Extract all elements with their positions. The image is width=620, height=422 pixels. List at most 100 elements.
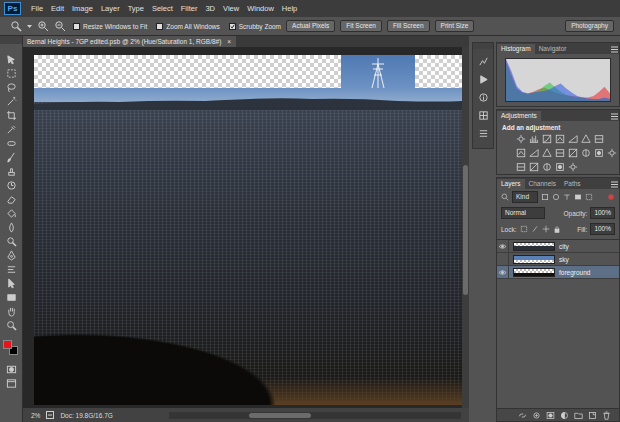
tool-button[interactable] xyxy=(3,262,19,276)
lock-icon[interactable] xyxy=(531,225,539,233)
menu-item[interactable]: File xyxy=(27,3,47,15)
panel-tab[interactable]: Channels xyxy=(525,179,560,189)
menu-item[interactable]: Layer xyxy=(97,3,124,15)
tool-button[interactable] xyxy=(3,192,19,206)
checkbox-option[interactable]: Resize Windows to Fit xyxy=(73,23,147,30)
zoom-tool-icon[interactable] xyxy=(10,20,22,32)
trash-icon[interactable] xyxy=(602,411,611,420)
adjustment-button[interactable] xyxy=(529,134,539,145)
adjustment-button[interactable] xyxy=(516,148,526,159)
tool-button[interactable] xyxy=(3,276,19,290)
quick-mask-button[interactable] xyxy=(3,362,19,376)
panel-menu-icon[interactable] xyxy=(610,180,619,189)
vertical-scrollbar[interactable] xyxy=(462,47,469,408)
tool-button[interactable] xyxy=(3,206,19,220)
panel-tab[interactable]: Histogram xyxy=(497,44,535,54)
menu-item[interactable]: Window xyxy=(243,3,278,15)
tool-button[interactable] xyxy=(3,248,19,262)
adjustment-button[interactable] xyxy=(607,148,617,159)
menu-item[interactable]: 3D xyxy=(201,3,219,15)
adjustment-button[interactable] xyxy=(555,162,565,173)
panel-button[interactable] xyxy=(475,124,491,142)
visibility-toggle[interactable] xyxy=(497,253,509,265)
mask-icon[interactable] xyxy=(546,411,555,420)
tool-button[interactable] xyxy=(3,136,19,150)
visibility-toggle[interactable] xyxy=(497,266,509,278)
scroll-thumb[interactable] xyxy=(249,413,311,418)
adjustment-button[interactable] xyxy=(581,148,591,159)
tool-button[interactable] xyxy=(3,164,19,178)
adjustment-button[interactable] xyxy=(581,134,591,145)
tool-button[interactable] xyxy=(3,94,19,108)
adjustment-button[interactable] xyxy=(555,134,565,145)
layer-row[interactable]: city xyxy=(497,240,619,253)
tool-button[interactable] xyxy=(3,178,19,192)
menu-item[interactable]: Edit xyxy=(47,3,68,15)
status-menu-icon[interactable] xyxy=(46,411,54,419)
tool-button[interactable] xyxy=(3,318,19,332)
adjustment-button[interactable] xyxy=(568,134,578,145)
adjustment-button[interactable] xyxy=(542,148,552,159)
panel-menu-icon[interactable] xyxy=(610,45,619,54)
adjustment-button[interactable] xyxy=(516,134,526,145)
dropdown-arrow-icon[interactable] xyxy=(27,20,32,32)
filter-type-icon[interactable] xyxy=(541,193,549,201)
adjustment-button[interactable] xyxy=(542,134,552,145)
checkbox-option[interactable]: Zoom All Windows xyxy=(156,23,219,30)
tool-button[interactable] xyxy=(3,290,19,304)
layer-row[interactable]: foreground xyxy=(497,266,619,279)
panel-button[interactable] xyxy=(475,70,491,88)
folder-icon[interactable] xyxy=(574,411,583,420)
tool-button[interactable] xyxy=(3,108,19,122)
tool-button[interactable] xyxy=(3,66,19,80)
photo-canvas[interactable] xyxy=(34,55,462,405)
screen-mode-button[interactable] xyxy=(3,376,19,390)
tool-button[interactable] xyxy=(3,304,19,318)
adjustment-button[interactable] xyxy=(568,162,578,173)
filter-kind-dropdown[interactable]: Kind xyxy=(512,191,538,203)
foreground-color[interactable] xyxy=(3,340,12,349)
checkbox[interactable] xyxy=(73,23,80,30)
blend-mode-dropdown[interactable]: Normal xyxy=(501,207,545,219)
adjustment-button[interactable] xyxy=(516,162,526,173)
panel-tab[interactable]: Layers xyxy=(497,179,525,189)
lock-icon[interactable] xyxy=(553,225,561,233)
lock-icon[interactable] xyxy=(520,225,528,233)
tool-button[interactable] xyxy=(3,80,19,94)
filter-type-icon[interactable] xyxy=(563,193,571,201)
option-button[interactable]: Print Size xyxy=(435,20,475,32)
layer-row[interactable]: sky xyxy=(497,253,619,266)
adjustment-layer-icon[interactable] xyxy=(560,411,569,420)
checkbox[interactable] xyxy=(229,23,236,30)
panel-button[interactable] xyxy=(475,52,491,70)
filter-type-icon[interactable] xyxy=(574,193,582,201)
panel-tab[interactable]: Adjustments xyxy=(497,111,541,121)
panel-button[interactable] xyxy=(475,88,491,106)
filter-type-icon[interactable] xyxy=(585,193,593,201)
adjustment-button[interactable] xyxy=(594,134,604,145)
adjustment-button[interactable] xyxy=(568,148,578,159)
checkbox-option[interactable]: Scrubby Zoom xyxy=(229,23,281,30)
opacity-field[interactable]: 100% xyxy=(590,207,615,219)
tool-button[interactable] xyxy=(3,150,19,164)
adjustment-button[interactable] xyxy=(529,162,539,173)
panel-tab[interactable]: Navigator xyxy=(535,44,571,54)
panel-menu-icon[interactable] xyxy=(610,112,619,121)
option-button[interactable]: Fill Screen xyxy=(387,20,430,32)
adjustment-button[interactable] xyxy=(542,162,552,173)
tool-button[interactable] xyxy=(3,122,19,136)
filter-type-icon[interactable] xyxy=(552,193,560,201)
zoom-out-icon[interactable] xyxy=(54,20,66,32)
workspace-button[interactable]: Photography xyxy=(565,20,614,32)
filter-toggle-icon[interactable] xyxy=(607,193,615,201)
close-tab-button[interactable]: × xyxy=(227,38,231,45)
menu-item[interactable]: View xyxy=(219,3,243,15)
adjustment-button[interactable] xyxy=(555,148,565,159)
tool-button[interactable] xyxy=(3,234,19,248)
document-tab[interactable]: Bernal Heights - 7GP edited.psb @ 2% (Hu… xyxy=(23,36,236,47)
tool-button[interactable] xyxy=(3,220,19,234)
menu-item[interactable]: Select xyxy=(148,3,177,15)
option-button[interactable]: Actual Pixels xyxy=(286,20,335,32)
new-layer-icon[interactable] xyxy=(588,411,597,420)
scroll-thumb[interactable] xyxy=(463,165,468,295)
